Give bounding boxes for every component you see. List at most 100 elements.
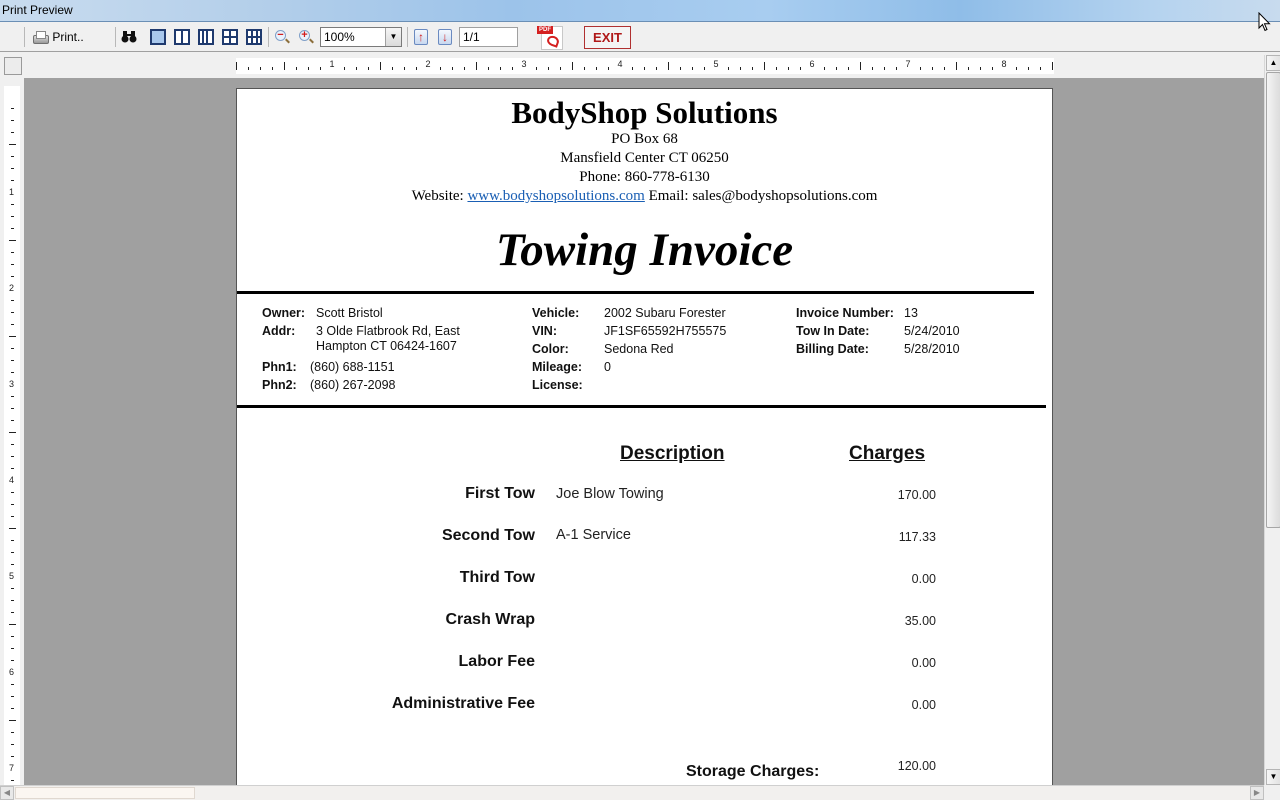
ruler-tick (11, 276, 14, 277)
scroll-up-button[interactable]: ▲ (1266, 55, 1280, 71)
storage-charges-amount: 120.00 (897, 759, 936, 773)
two-pages-button[interactable] (173, 26, 191, 48)
zoom-level-value: 100% (324, 30, 355, 44)
ruler-number: 4 (617, 59, 623, 69)
ruler-tick (260, 67, 261, 70)
ruler-tick (11, 696, 14, 697)
one-page-button[interactable] (149, 26, 167, 48)
vertical-scroll-thumb[interactable] (1266, 72, 1280, 528)
website-label: Website: (411, 188, 464, 204)
color-label: Color: (532, 342, 569, 356)
ruler-tick (11, 228, 14, 229)
phn1-value: (860) 688-1151 (310, 360, 395, 374)
ruler-tick (11, 756, 14, 757)
pdf-badge: PDF (537, 26, 553, 34)
ruler-tick (560, 67, 561, 70)
charge-amount: 117.33 (898, 530, 936, 544)
website-link[interactable]: www.bodyshopsolutions.com (467, 188, 644, 204)
horizontal-scrollbar[interactable]: ◀ ▶ (0, 785, 1264, 800)
ruler-tick (11, 780, 14, 781)
ruler-tick (296, 67, 297, 70)
ruler-tick (596, 67, 597, 70)
ruler-tick (500, 67, 501, 70)
scroll-down-button[interactable]: ▼ (1266, 769, 1280, 785)
ruler-tick (11, 156, 14, 157)
previous-page-icon: ↑ (414, 29, 428, 45)
ruler-tick (704, 67, 705, 70)
horizontal-scroll-thumb[interactable] (15, 787, 195, 799)
ruler-tick (11, 420, 14, 421)
six-pages-button[interactable] (245, 26, 263, 48)
next-page-icon: ↓ (438, 29, 452, 45)
ruler-tick (548, 67, 549, 70)
ruler-tick (11, 708, 14, 709)
ruler-tick (11, 648, 14, 649)
exit-button[interactable]: EXIT (584, 26, 631, 49)
zoom-out-button[interactable]: − (273, 26, 291, 48)
ruler-tick (11, 108, 14, 109)
ruler-tick (896, 67, 897, 70)
charge-label: Second Tow (441, 527, 535, 544)
scroll-right-button[interactable]: ▶ (1250, 786, 1264, 800)
three-pages-button[interactable] (197, 26, 215, 48)
zoom-in-button[interactable]: + (297, 26, 315, 48)
phn2-value: (860) 267-2098 (310, 378, 396, 392)
ruler-tick (368, 67, 369, 70)
charge-amount: 0.00 (911, 572, 936, 586)
ruler-tick (884, 67, 885, 70)
charge-amount: 35.00 (904, 614, 936, 628)
ruler-tick (380, 62, 381, 70)
ruler-tick (980, 67, 981, 70)
vertical-scrollbar[interactable]: ▲ ▼ (1264, 55, 1280, 785)
page-number-input[interactable]: 1/1 (459, 27, 518, 47)
previous-page-button[interactable]: ↑ (413, 26, 429, 48)
four-pages-button[interactable] (221, 26, 239, 48)
toolbar-separator (115, 27, 116, 47)
company-address-line2: Mansfield Center CT 06250 (560, 150, 729, 166)
ruler-tick (11, 552, 14, 553)
ruler-tick (860, 62, 861, 70)
ruler-tick (488, 67, 489, 70)
ruler-tick (932, 67, 933, 70)
addr-field: Addr: (262, 324, 295, 338)
addr-line2: Hampton CT 06424-1607 (316, 339, 457, 353)
ruler-tick (788, 67, 789, 70)
company-phone: Phone: 860-778-6130 (579, 169, 710, 185)
export-pdf-button[interactable]: PDF (535, 24, 567, 50)
ruler-tick (11, 516, 14, 517)
print-button[interactable]: Print.. (30, 26, 86, 48)
ruler-number: 6 (9, 667, 15, 677)
header-divider (237, 291, 1034, 294)
ruler-tick (416, 67, 417, 70)
arrow-down-icon: ▼ (1269, 772, 1278, 781)
vin-value: JF1SF65592H755575 (604, 324, 727, 338)
arrow-left-icon: ◀ (3, 788, 11, 797)
ruler-tick (920, 67, 921, 70)
ruler-tick (11, 120, 14, 121)
ruler-tick (284, 62, 285, 70)
next-page-button[interactable]: ↓ (437, 26, 453, 48)
phn1-label: Phn1: (262, 360, 297, 374)
chevron-down-icon[interactable]: ▼ (385, 28, 401, 46)
one-page-icon (150, 29, 166, 45)
ruler-tick (11, 372, 14, 373)
ruler-tick (236, 62, 237, 70)
addr-label: Addr: (262, 324, 296, 338)
find-button[interactable] (121, 26, 137, 48)
ruler-tick (11, 492, 14, 493)
ruler-tick (392, 67, 393, 70)
owner-value: Scott Bristol (316, 306, 383, 320)
zoom-level-select[interactable]: 100% ▼ (320, 27, 402, 47)
ruler-number: 7 (9, 763, 15, 773)
ruler-tick (11, 660, 14, 661)
scroll-left-button[interactable]: ◀ (0, 786, 14, 800)
owner-label: Owner: (262, 306, 306, 320)
preview-canvas[interactable]: BodyShop Solutions PO Box 68 Mansfield C… (24, 78, 1264, 785)
ruler-tick (464, 67, 465, 70)
ruler-tick (536, 67, 537, 70)
ruler-tick (992, 67, 993, 70)
two-pages-icon (174, 29, 190, 45)
vehicle-label: Vehicle: (532, 306, 580, 320)
description-column-header: Description (620, 443, 725, 464)
ruler-tick (11, 444, 14, 445)
